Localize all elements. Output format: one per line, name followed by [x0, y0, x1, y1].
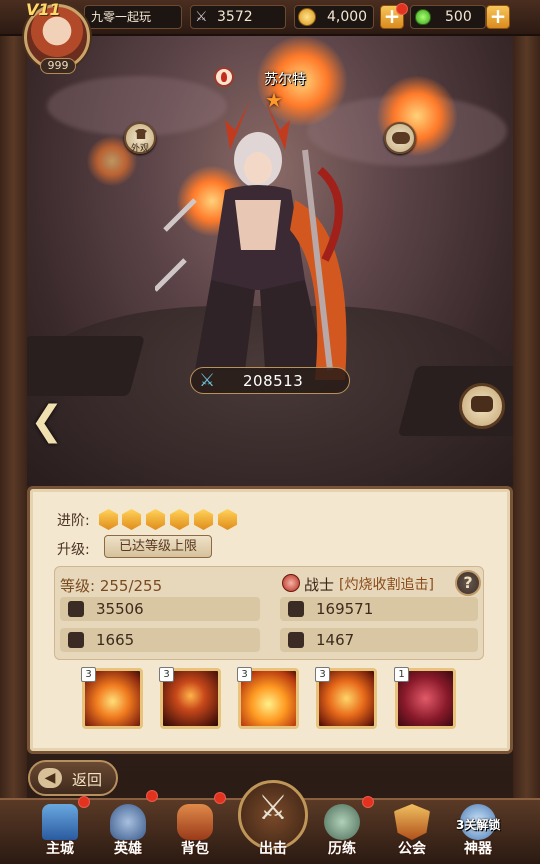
- nav-label: 英雄: [114, 841, 142, 857]
- max-level-button[interactable]: 已达等级上限: [104, 535, 212, 558]
- speech-bubble-icon: [392, 132, 410, 144]
- nav-label: 神器: [464, 841, 492, 857]
- stat-speed: 1467: [280, 628, 478, 652]
- stat-hp-value: 169571: [316, 600, 374, 618]
- coin-icon: [298, 8, 316, 26]
- nav-bag[interactable]: 背包: [165, 800, 225, 862]
- game-screen: 苏尔特 ★ 外观 ⚔ 208513 ❮ 九零一起玩 ⚔ 3572 4,000 +…: [0, 0, 540, 864]
- hero-power-value: 208513: [243, 372, 304, 390]
- nav-label: 出击: [259, 841, 287, 857]
- coin-value: 4,000: [327, 9, 368, 25]
- stat-hp: 169571: [280, 597, 478, 621]
- nav-training-dot: [362, 796, 374, 808]
- vip-badge: V11: [26, 0, 61, 19]
- skill-slot[interactable]: 3: [315, 667, 377, 729]
- class-name: 战士: [304, 576, 335, 594]
- nav-main-city[interactable]: 主城: [30, 800, 90, 862]
- player-name-box: 九零一起玩: [84, 5, 182, 29]
- artifact-unlock-badge: 3关解锁: [456, 818, 501, 832]
- power-box: ⚔ 3572: [190, 5, 286, 29]
- skill-level: 3: [81, 667, 96, 682]
- nav-label: 主城: [46, 841, 74, 857]
- sword-icon: ⚔: [195, 9, 208, 25]
- add-potions-button[interactable]: +: [486, 5, 510, 29]
- skill-slot[interactable]: 3: [159, 667, 221, 729]
- nav-label: 公会: [398, 841, 426, 857]
- attack-icon: [68, 601, 84, 617]
- stat-speed-value: 1467: [316, 631, 355, 649]
- skin-label: 外观: [130, 144, 149, 154]
- backpack-icon: [177, 804, 213, 840]
- stat-attack-value: 35506: [96, 600, 144, 618]
- nav-heroes[interactable]: 英雄: [98, 800, 158, 862]
- star-icon: ★: [265, 88, 283, 112]
- prev-hero-arrow[interactable]: ❮: [30, 398, 64, 444]
- hp-icon: [288, 601, 304, 617]
- speed-icon: [288, 632, 304, 648]
- shield-crest-icon: [394, 804, 430, 840]
- stat-defense-value: 1665: [96, 631, 135, 649]
- skull-helmet-icon: [324, 804, 360, 840]
- skill-level: 1: [394, 667, 409, 682]
- upgrade-label: 升级:: [57, 542, 90, 558]
- left-frame: [0, 0, 27, 864]
- class-skill: [灼烧收割追击]: [339, 577, 434, 593]
- nav-training[interactable]: 历练: [312, 800, 372, 862]
- hero-figure[interactable]: [155, 90, 355, 380]
- nav-bag-dot: [214, 792, 226, 804]
- back-arrow-icon: ◀: [38, 768, 62, 788]
- skill-level: 3: [315, 667, 330, 682]
- skill-level: 3: [237, 667, 252, 682]
- potion-icon: [415, 9, 431, 25]
- stat-defense: 1665: [60, 628, 260, 652]
- crossed-swords-icon: ⚔: [257, 788, 289, 828]
- nav-main-city-dot: [78, 796, 90, 808]
- coin-box: 4,000: [294, 5, 374, 29]
- rank-label: 进阶:: [57, 513, 90, 529]
- skill-level: 3: [159, 667, 174, 682]
- hero-name: 苏尔特: [264, 72, 306, 88]
- level-text: 等级: 255/255: [60, 577, 163, 595]
- castle-icon: [42, 804, 78, 840]
- back-button[interactable]: ◀ 返回: [28, 760, 118, 796]
- potion-value: 500: [445, 9, 472, 25]
- crossed-swords-icon: ⚔: [199, 370, 216, 391]
- helmet-icon: [110, 804, 146, 840]
- dialog-button[interactable]: [384, 122, 416, 154]
- player-name: 九零一起玩: [91, 10, 152, 24]
- hero-power: ⚔ 208513: [190, 367, 350, 394]
- player-level: 999: [40, 58, 76, 74]
- comment-button[interactable]: [459, 383, 505, 429]
- nav-sortie[interactable]: ⚔ 出击: [243, 790, 303, 862]
- right-frame: [513, 0, 540, 864]
- stat-attack: 35506: [60, 597, 260, 621]
- defense-icon: [68, 632, 84, 648]
- skill-slot[interactable]: 3: [81, 667, 143, 729]
- help-button[interactable]: ?: [455, 570, 481, 596]
- nav-label: 历练: [328, 841, 356, 857]
- nav-label: 背包: [181, 841, 209, 857]
- back-label: 返回: [72, 771, 103, 789]
- nav-heroes-dot: [146, 790, 158, 802]
- player-power: 3572: [217, 9, 253, 25]
- skill-slot[interactable]: 1: [394, 667, 456, 729]
- coins-notification-dot: [396, 3, 408, 15]
- shirt-icon: [135, 129, 147, 139]
- skin-button[interactable]: 外观: [124, 122, 156, 154]
- chat-icon: [471, 396, 493, 412]
- class-icon: [282, 574, 300, 592]
- skill-slot[interactable]: 3: [237, 667, 299, 729]
- nav-guild[interactable]: 公会: [382, 800, 442, 862]
- potion-box: 500: [410, 5, 486, 29]
- hero-class-icon: [214, 67, 234, 87]
